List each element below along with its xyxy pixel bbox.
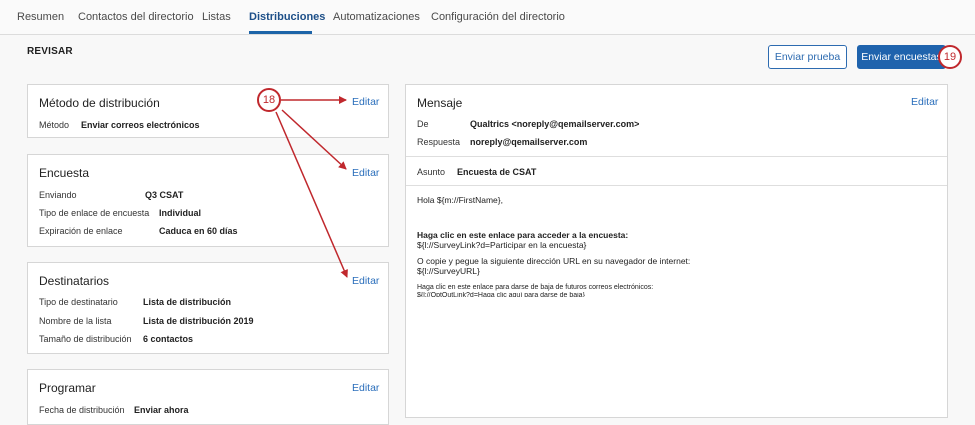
schedule-card: Programar Editar Fecha de distribución E…: [27, 369, 389, 425]
method-value: Enviar correos electrónicos: [81, 120, 200, 130]
callout-19-badge: 19: [938, 45, 962, 69]
edit-distribution-method-link[interactable]: Editar: [352, 96, 379, 108]
body-greeting: Hola ${m://FirstName},: [417, 195, 503, 205]
survey-row-label: Enviando: [39, 190, 77, 200]
message-divider: [406, 185, 947, 186]
recipients-row-label: Nombre de la lista: [39, 316, 112, 326]
callout-18-badge: 18: [257, 88, 281, 112]
survey-card: Encuesta Editar Enviando Q3 CSAT Tipo de…: [27, 154, 389, 247]
survey-title: Encuesta: [39, 166, 90, 180]
message-card: Mensaje Editar De Qualtrics <noreply@qem…: [405, 84, 948, 418]
send-test-button[interactable]: Enviar prueba: [768, 45, 847, 69]
distribution-method-card: Método de distribución Editar Método Env…: [27, 84, 389, 138]
body-link-heading: Haga clic en este enlace para acceder a …: [417, 230, 629, 240]
survey-row-label: Expiración de enlace: [39, 226, 123, 236]
reply-to-value: noreply@qemailserver.com: [470, 137, 588, 147]
body-optout-text: Haga clic en este enlace para darse de b…: [417, 284, 654, 291]
subject-value: Encuesta de CSAT: [457, 167, 537, 177]
tab-bar: Resumen Contactos del directorio Listas …: [0, 0, 975, 35]
from-label: De: [417, 119, 429, 129]
recipients-row-label: Tamaño de distribución: [39, 334, 132, 344]
recipients-card: Destinatarios Editar Tipo de destinatari…: [27, 262, 389, 354]
survey-row-value: Individual: [159, 208, 202, 218]
distribution-method-title: Método de distribución: [39, 96, 160, 110]
send-surveys-button[interactable]: Enviar encuestas: [857, 45, 946, 69]
tab-listas[interactable]: Listas: [202, 11, 231, 23]
distribution-date-value: Enviar ahora: [134, 405, 189, 415]
active-tab-indicator: [249, 31, 312, 34]
survey-row-value: Q3 CSAT: [145, 190, 184, 200]
tab-configuracion-del-directorio[interactable]: Configuración del directorio: [431, 11, 565, 23]
recipients-row-value: Lista de distribución 2019: [143, 316, 254, 326]
body-link-code: ${l://SurveyLink?d=Participar en la encu…: [417, 240, 587, 250]
page-title: REVISAR: [27, 46, 73, 57]
edit-recipients-link[interactable]: Editar: [352, 275, 379, 287]
recipients-title: Destinatarios: [39, 274, 110, 288]
survey-row-label: Tipo de enlace de encuesta: [39, 208, 150, 218]
distribution-date-label: Fecha de distribución: [39, 405, 125, 415]
edit-message-link[interactable]: Editar: [911, 96, 938, 108]
subject-label: Asunto: [417, 167, 446, 177]
body-url-code: ${l://SurveyURL}: [417, 266, 480, 276]
tab-resumen[interactable]: Resumen: [17, 11, 64, 23]
message-divider: [406, 156, 947, 157]
schedule-title: Programar: [39, 381, 96, 395]
tab-contactos-del-directorio[interactable]: Contactos del directorio: [78, 11, 194, 23]
edit-survey-link[interactable]: Editar: [352, 167, 379, 179]
recipients-row-value: Lista de distribución: [143, 297, 232, 307]
tab-distribuciones[interactable]: Distribuciones: [249, 11, 325, 23]
recipients-row-label: Tipo de destinatario: [39, 297, 118, 307]
body-copy-text: O copie y pegue la siguiente dirección U…: [417, 256, 691, 266]
app-frame: Resumen Contactos del directorio Listas …: [0, 0, 975, 425]
method-label: Método: [39, 120, 70, 130]
body-optout-code: ${l://OptOutLink?d=Haga clic aquí para d…: [417, 292, 585, 297]
recipients-row-value: 6 contactos: [143, 334, 194, 344]
message-title: Mensaje: [417, 96, 463, 110]
survey-row-value: Caduca en 60 días: [159, 226, 238, 236]
edit-schedule-link[interactable]: Editar: [352, 382, 379, 394]
reply-to-label: Respuesta: [417, 137, 461, 147]
tab-automatizaciones[interactable]: Automatizaciones: [333, 11, 420, 23]
from-value: Qualtrics <noreply@qemailserver.com>: [470, 119, 640, 129]
